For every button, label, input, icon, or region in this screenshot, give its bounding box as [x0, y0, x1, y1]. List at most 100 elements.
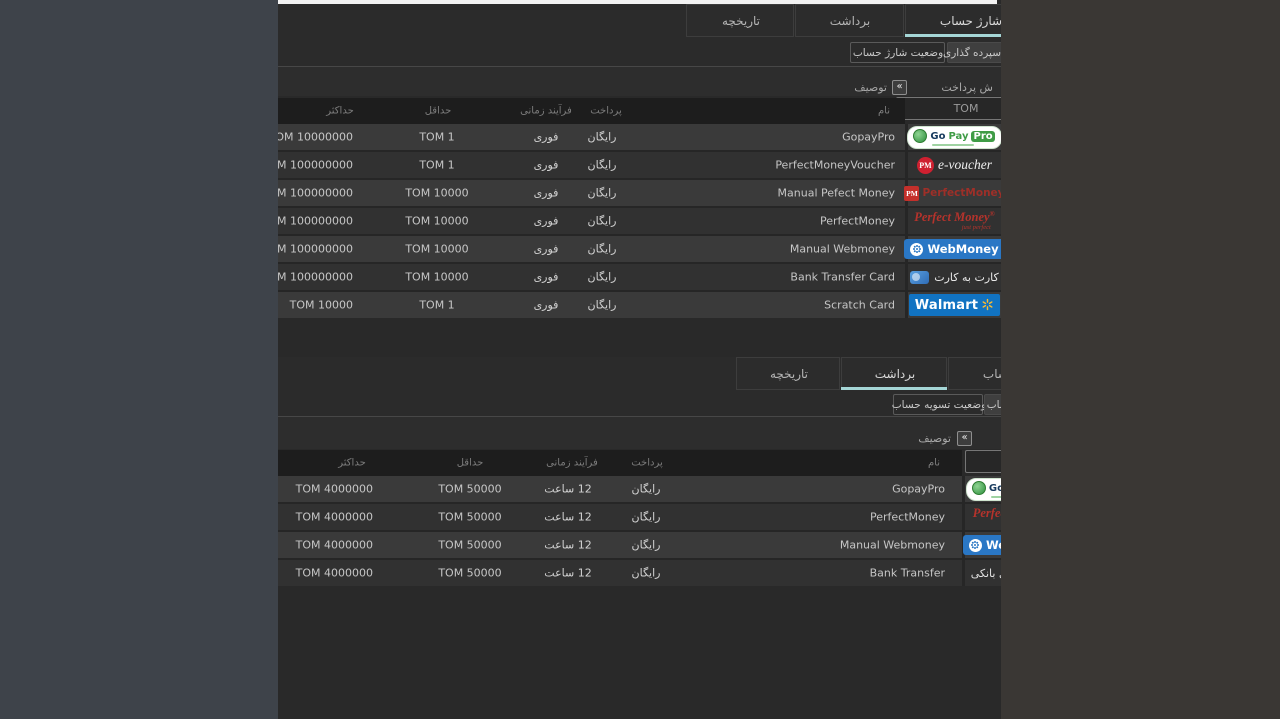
credit-card-icon — [910, 271, 929, 284]
table-row[interactable]: TOM 100000000TOM 10000فوریرایگانBank Tra… — [278, 264, 905, 290]
cell-time: 12 ساعت — [544, 511, 591, 524]
table-row[interactable]: TOM 4000000TOM 5000012 ساعترایگانBank Tr… — [278, 560, 962, 586]
table-row[interactable]: TOM 100000000TOM 10000فوریرایگانManual W… — [278, 236, 905, 262]
row-icon-cell[interactable]: Perfect Money®just perfect — [908, 208, 1001, 234]
row-icon-cell[interactable]: کارت به کارت — [908, 264, 1001, 290]
tab-label: تاریخچه — [770, 367, 808, 381]
cell-min: TOM 50000 — [438, 539, 501, 552]
cell-name: Bank Transfer Card — [790, 271, 895, 284]
column-header-min: حداقل — [457, 458, 484, 469]
cell-max: TOM 100000000 — [278, 159, 353, 172]
table-row[interactable]: TOM 4000000TOM 5000012 ساعترایگانManual … — [278, 532, 962, 558]
row-icon-cell[interactable]: WebMoney — [965, 532, 1001, 558]
cell-time: فوری — [534, 243, 559, 256]
cell-min: TOM 50000 — [438, 567, 501, 580]
card-to-card-icon: کارت به کارت — [910, 271, 998, 284]
subtab-active[interactable]: تسویه حساب — [984, 394, 1001, 415]
gopaypro-globe-icon — [913, 129, 927, 143]
name-filter-input[interactable]: TOM — [896, 97, 1001, 120]
description-column-label: توصیف — [854, 81, 887, 94]
cell-payment: رایگان — [588, 215, 617, 228]
table-row[interactable]: TOM 10000000TOM 1فوریرایگانGopayPro — [278, 124, 905, 150]
row-icon-cell[interactable]: GoPayPro — [965, 476, 1001, 502]
subtab-label: وضعیت تسویه حساب — [892, 399, 986, 411]
active-tab-underline — [841, 387, 947, 390]
column-header-max: حداکثر — [326, 106, 354, 117]
column-header-payment: پرداخت — [631, 458, 663, 469]
cell-max: TOM 4000000 — [296, 539, 373, 552]
pm-square-icon: PM — [904, 186, 919, 201]
tab-label: شارژ حساب — [940, 14, 1001, 28]
description-column-label: توصیف — [918, 432, 951, 445]
row-icon-cell[interactable]: WebMoney — [908, 236, 1001, 262]
cell-name: Manual Pefect Money — [778, 187, 895, 200]
cell-max: TOM 100000000 — [278, 271, 353, 284]
table-row[interactable]: TOM 10000TOM 1فوریرایگانScratch Card — [278, 292, 905, 318]
cell-max: TOM 100000000 — [278, 215, 353, 228]
row-icon-cell[interactable]: PMPerfectMoney — [908, 180, 1001, 206]
cell-payment: رایگان — [632, 511, 661, 524]
column-header-name: نام — [878, 106, 890, 117]
cell-max: TOM 100000000 — [278, 187, 353, 200]
active-tab-underline — [905, 34, 1001, 37]
pm-evoucher-logo-icon: PMe-voucher — [917, 157, 992, 174]
registered-mark: ® — [990, 210, 995, 218]
name-filter-input[interactable] — [965, 450, 1001, 473]
collapse-description-button[interactable]: « — [957, 431, 972, 446]
tab-label: برداشت — [875, 367, 915, 381]
row-icon-cell[interactable]: Walmart — [908, 292, 1001, 318]
column-header-max: حداکثر — [338, 458, 366, 469]
tab-history[interactable]: تاریخچه — [736, 357, 840, 390]
cell-payment: رایگان — [588, 187, 617, 200]
table-header-row: حداکثرحداقلفرآیند زمانیپرداختنام — [278, 450, 962, 476]
column-header-name: نام — [928, 458, 940, 469]
tab-withdraw[interactable]: برداشت — [841, 357, 947, 390]
subtab-status[interactable]: وضعیت تسویه حساب — [893, 394, 983, 415]
table-row[interactable]: TOM 4000000TOM 5000012 ساعترایگانGopayPr… — [278, 476, 962, 502]
table-row[interactable]: TOM 4000000TOM 5000012 ساعترایگانPerfect… — [278, 504, 962, 530]
row-icon-cell[interactable]: انتقال بانکی — [965, 560, 1001, 586]
gopaypro-globe-icon — [972, 481, 986, 495]
payment-method-label: ش پرداخت — [941, 81, 993, 94]
desktop-background-left — [0, 0, 278, 719]
subtab-status[interactable]: وضعیت شارژ حساب — [850, 42, 945, 63]
cell-payment: رایگان — [588, 131, 617, 144]
cell-min: TOM 10000 — [405, 215, 468, 228]
tab-label: تاریخچه — [722, 14, 760, 28]
perfectmoney-text-logo-icon: Perfect Money®just perfect — [914, 209, 995, 232]
cell-min: TOM 10000 — [405, 243, 468, 256]
cell-time: فوری — [534, 215, 559, 228]
cell-time: 12 ساعت — [544, 567, 591, 580]
column-header-payment: پرداخت — [590, 106, 622, 117]
row-icon-cell[interactable]: PMe-voucher — [908, 152, 1001, 178]
cell-time: 12 ساعت — [544, 483, 591, 496]
table-header-row: حداکثرحداقلفرآیند زمانیپرداختنام — [278, 98, 905, 124]
gopaypro-tagline — [991, 496, 1001, 498]
cell-max: TOM 10000000 — [278, 131, 353, 144]
table-row[interactable]: TOM 100000000TOM 1فوریرایگانPerfectMoney… — [278, 152, 905, 178]
tab-charge-account[interactable]: شارژ حساب — [948, 357, 1001, 390]
tab-history[interactable]: تاریخچه — [686, 4, 794, 37]
subtab-label: وضعیت شارژ حساب — [853, 47, 943, 59]
bank-transfer-label-icon: انتقال بانکی — [971, 567, 1001, 580]
row-icon-cell[interactable]: Perfect Money®just perfect — [965, 504, 1001, 530]
webmoney-globe-icon — [969, 539, 982, 552]
tab-withdraw[interactable]: برداشت — [795, 4, 904, 37]
tab-charge-account[interactable]: شارژ حساب — [905, 4, 1001, 37]
cell-min: TOM 10000 — [405, 271, 468, 284]
collapse-description-button[interactable]: « — [892, 80, 907, 95]
tab-label: برداشت — [830, 14, 870, 28]
cell-time: فوری — [534, 187, 559, 200]
app-content: تاریخچه برداشت شارژ حساب وضعیت شارژ حساب سپر… — [278, 0, 1001, 719]
webmoney-globe-icon — [910, 243, 923, 256]
table-row[interactable]: TOM 100000000TOM 10000فوریرایگانManual P… — [278, 180, 905, 206]
row-icon-cell[interactable]: GoPayPro — [908, 124, 1001, 150]
cell-min: TOM 1 — [419, 159, 454, 172]
cell-max: TOM 100000000 — [278, 243, 353, 256]
cell-payment: رایگان — [588, 299, 617, 312]
cell-payment: رایگان — [632, 539, 661, 552]
table-row[interactable]: TOM 100000000TOM 10000فوریرایگانPerfectM… — [278, 208, 905, 234]
walmart-logo-icon: Walmart — [909, 294, 1000, 316]
cell-time: فوری — [534, 131, 559, 144]
subtab-active[interactable]: سپرده گذاری — [947, 42, 1001, 63]
